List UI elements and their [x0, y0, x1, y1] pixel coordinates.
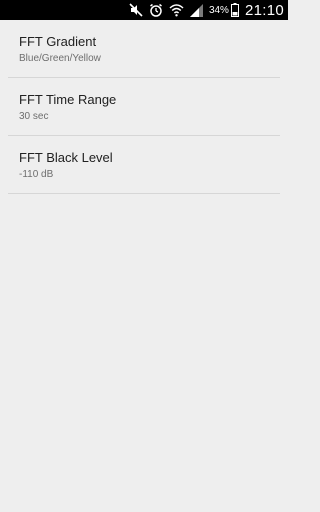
- preference-title: FFT Gradient: [19, 34, 97, 49]
- preference-fft-time-range[interactable]: FFT Time Range 30 sec: [8, 78, 280, 136]
- preference-summary: -110 dB: [19, 169, 54, 180]
- clock: 21:10: [244, 1, 284, 19]
- preference-fft-gradient[interactable]: FFT Gradient Blue/Green/Yellow: [8, 20, 280, 78]
- alarm-icon: [149, 0, 163, 20]
- battery-percent: 34%: [208, 4, 229, 16]
- preference-title: FFT Time Range: [19, 92, 117, 107]
- battery-icon: [230, 0, 239, 20]
- status-bar: 34% 21:10: [0, 0, 288, 20]
- status-icons: 34% 21:10: [129, 0, 284, 20]
- preference-summary: Blue/Green/Yellow: [19, 53, 101, 64]
- settings-list: FFT Gradient Blue/Green/Yellow FFT Time …: [0, 20, 288, 194]
- signal-icon: [189, 0, 203, 20]
- preference-summary: 30 sec: [19, 111, 49, 122]
- preference-fft-black-level[interactable]: FFT Black Level -110 dB: [8, 136, 280, 194]
- wifi-icon: [169, 0, 184, 20]
- mute-icon: [129, 0, 143, 20]
- preference-title: FFT Black Level: [19, 150, 113, 165]
